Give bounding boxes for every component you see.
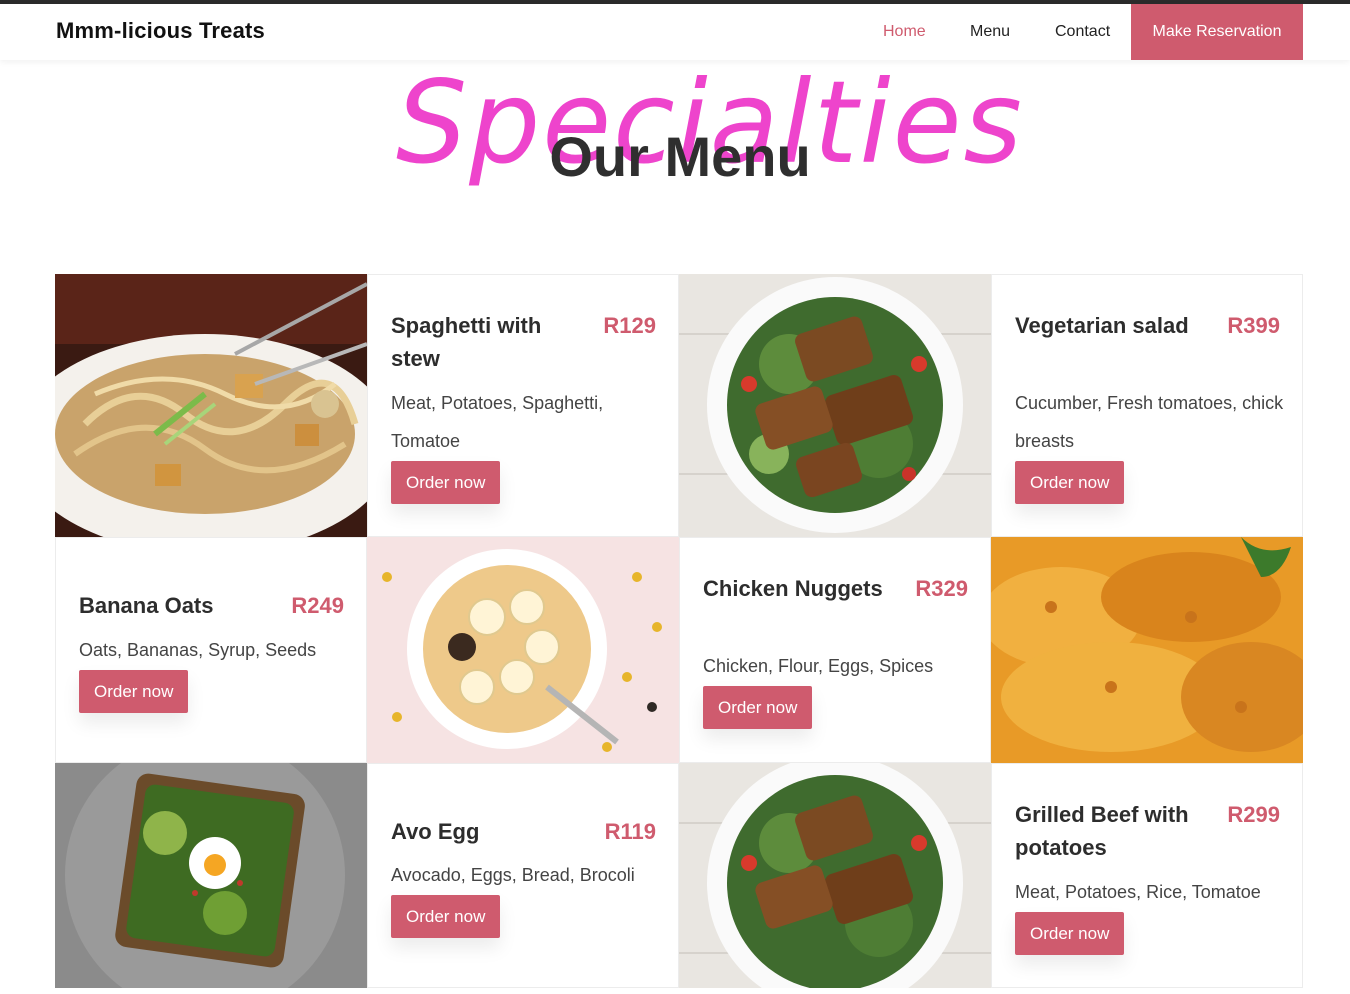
menu-card-grilled-beef: Grilled Beef with potatoes R299 Meat, Po…	[991, 763, 1303, 988]
dish-description: Meat, Potatoes, Spaghetti, Tomatoe	[391, 393, 604, 451]
grilled-chicken-salad-photo	[679, 763, 991, 988]
make-reservation-button[interactable]: Make Reservation	[1131, 4, 1303, 60]
noodle-stir-fry-photo	[55, 274, 367, 537]
dish-description: Oats, Bananas, Syrup, Seeds	[79, 640, 317, 660]
navbar: Mmm-licious Treats Home Menu Contact Mak…	[0, 4, 1350, 60]
dish-name: Vegetarian salad	[1015, 313, 1189, 338]
dish-description: Chicken, Flour, Eggs, Spices	[703, 656, 934, 676]
order-now-button[interactable]: Order now	[1015, 912, 1125, 955]
grilled-chicken-salad-photo	[679, 274, 991, 537]
page-title: Our Menu	[549, 125, 811, 188]
order-now-button[interactable]: Order now	[391, 895, 501, 938]
menu-card-avo-egg: Avo Egg R119 Avocado, Eggs, Bread, Broco…	[367, 763, 679, 988]
avocado-toast-photo	[55, 763, 367, 988]
order-now-button[interactable]: Order now	[1015, 461, 1125, 504]
fried-chicken-photo	[991, 537, 1303, 763]
nav-menu-link[interactable]: Menu	[970, 23, 1010, 41]
order-now-button[interactable]: Order now	[703, 686, 813, 729]
dish-price: R399	[1227, 313, 1280, 338]
menu-card-banana-oats: Banana Oats R249 Oats, Bananas, Syrup, S…	[55, 537, 367, 763]
dish-price: R119	[604, 819, 656, 844]
dish-description: Cucumber, Fresh tomatoes, chick breasts	[1015, 393, 1284, 451]
dish-name: Avo Egg	[391, 819, 480, 844]
banana-oats-bowl-photo	[367, 537, 679, 763]
nav-contact-link[interactable]: Contact	[1055, 23, 1110, 41]
dish-price: R299	[1227, 802, 1280, 827]
dish-description: Meat, Potatoes, Rice, Tomatoe	[1015, 882, 1261, 902]
menu-card-spaghetti: Spaghetti with stew R129 Meat, Potatoes,…	[367, 274, 679, 537]
dish-name: Spaghetti with stew	[391, 313, 542, 371]
dish-name: Grilled Beef with potatoes	[1015, 802, 1189, 860]
dish-description: Avocado, Eggs, Bread, Brocoli	[391, 865, 635, 885]
brand-logo[interactable]: Mmm-licious Treats	[56, 18, 265, 44]
menu-card-chicken-nuggets: Chicken Nuggets R329 Chicken, Flour, Egg…	[679, 537, 991, 763]
dish-price: R129	[603, 313, 656, 338]
dish-price: R329	[915, 576, 968, 601]
dish-price: R249	[291, 593, 344, 618]
dish-name: Chicken Nuggets	[703, 576, 883, 601]
order-now-button[interactable]: Order now	[79, 670, 189, 713]
order-now-button[interactable]: Order now	[391, 461, 501, 504]
nav-home-link[interactable]: Home	[883, 23, 926, 41]
menu-grid: Spaghetti with stew R129 Meat, Potatoes,…	[55, 274, 1303, 988]
menu-card-vegetarian-salad: Vegetarian salad R399 Cucumber, Fresh to…	[991, 274, 1303, 537]
dish-name: Banana Oats	[79, 593, 214, 618]
